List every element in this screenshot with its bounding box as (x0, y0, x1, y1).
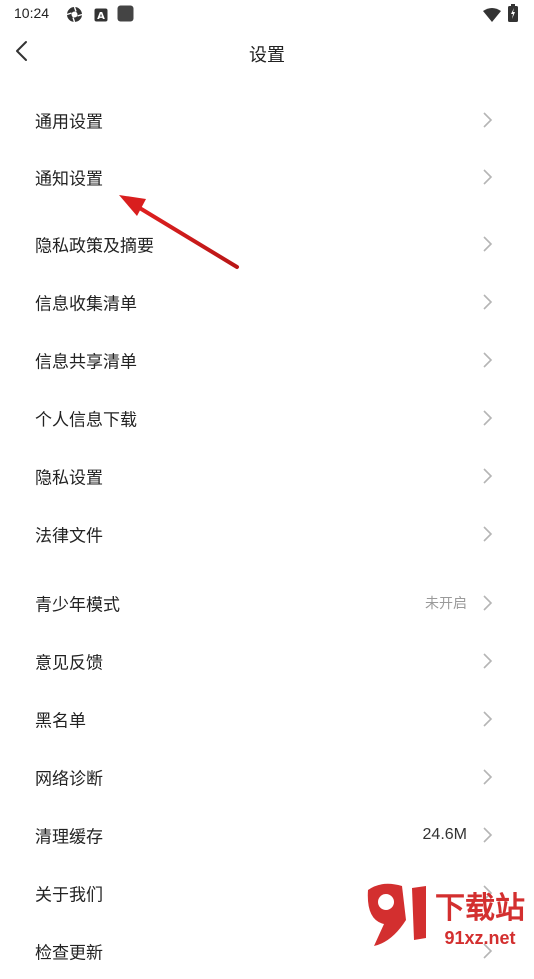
menu-item-label: 清理缓存 (35, 827, 103, 848)
menu-item-teen-mode[interactable]: 青少年模式 未开启 (0, 575, 534, 631)
menu-item-legal-documents[interactable]: 法律文件 (0, 506, 534, 562)
watermark-title: 下载站 (435, 891, 525, 926)
menu-item-label: 意见反馈 (35, 653, 103, 674)
menu-item-label: 青少年模式 (35, 595, 120, 616)
watermark-logo: 下载站 91xz.net (362, 880, 534, 950)
teen-mode-status: 未开启 (425, 596, 467, 612)
aperture-icon (66, 6, 83, 27)
chevron-right-icon (482, 409, 494, 427)
menu-item-label: 网络诊断 (35, 769, 103, 790)
menu-item-label: 隐私政策及摘要 (35, 236, 154, 257)
status-bar: 10:24 A (0, 0, 534, 28)
a-box-icon: A (94, 7, 108, 26)
menu-item-label: 个人信息下载 (35, 410, 137, 431)
watermark-url: 91xz.net (444, 928, 515, 948)
status-time: 10:24 (14, 5, 50, 21)
wifi-icon (483, 7, 501, 26)
chevron-right-icon (482, 525, 494, 543)
menu-item-label: 检查更新 (35, 943, 103, 964)
battery-icon (508, 4, 518, 26)
chevron-right-icon (482, 235, 494, 253)
menu-item-info-sharing-list[interactable]: 信息共享清单 (0, 332, 534, 388)
cache-size: 24.6M (422, 826, 467, 843)
menu-item-label: 信息共享清单 (35, 352, 137, 373)
menu-item-privacy-settings[interactable]: 隐私设置 (0, 448, 534, 504)
menu-item-label: 通知设置 (35, 169, 103, 190)
chevron-right-icon (482, 652, 494, 670)
chevron-right-icon (482, 467, 494, 485)
menu-item-label: 信息收集清单 (35, 294, 137, 315)
chevron-right-icon (482, 111, 494, 129)
menu-item-label: 黑名单 (35, 711, 86, 732)
menu-item-blacklist[interactable]: 黑名单 (0, 691, 534, 747)
square-icon (117, 5, 134, 26)
menu-item-privacy-policy[interactable]: 隐私政策及摘要 (0, 216, 534, 272)
menu-item-label: 关于我们 (35, 885, 103, 906)
page-title: 设置 (249, 45, 285, 66)
chevron-right-icon (482, 351, 494, 369)
menu-item-network-diagnosis[interactable]: 网络诊断 (0, 749, 534, 805)
chevron-right-icon (482, 168, 494, 186)
menu-item-label: 法律文件 (35, 526, 103, 547)
menu-item-info-collection-list[interactable]: 信息收集清单 (0, 274, 534, 330)
menu-item-notification-settings[interactable]: 通知设置 (0, 149, 534, 205)
menu-item-clear-cache[interactable]: 清理缓存 24.6M (0, 807, 534, 863)
chevron-right-icon (482, 293, 494, 311)
chevron-right-icon (482, 826, 494, 844)
header: 设置 (0, 28, 534, 80)
chevron-right-icon (482, 768, 494, 786)
menu-item-personal-info-download[interactable]: 个人信息下载 (0, 390, 534, 446)
menu-item-label: 隐私设置 (35, 468, 103, 489)
chevron-right-icon (482, 710, 494, 728)
menu-item-general-settings[interactable]: 通用设置 (0, 92, 534, 148)
chevron-right-icon (482, 594, 494, 612)
svg-text:A: A (97, 11, 105, 22)
menu-item-label: 通用设置 (35, 112, 103, 133)
menu-item-feedback[interactable]: 意见反馈 (0, 633, 534, 689)
